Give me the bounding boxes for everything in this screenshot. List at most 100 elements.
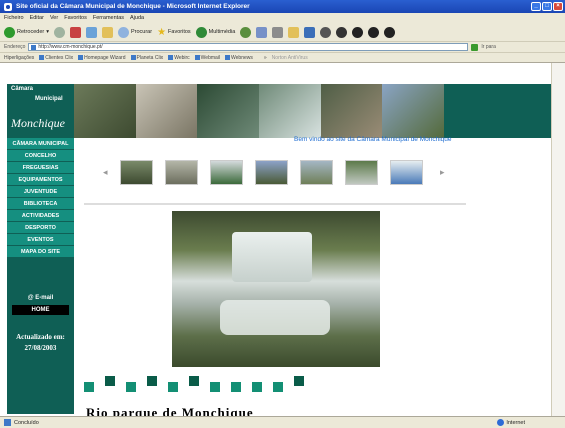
address-input[interactable]: http://www.cm-monchique.pt/ bbox=[28, 43, 469, 51]
updated-date: 27/08/2003 bbox=[24, 344, 57, 352]
header-teal-panel bbox=[444, 84, 551, 138]
thumbs-right-arrow-icon[interactable]: ▸ bbox=[440, 167, 445, 178]
nav-juventude[interactable]: JUVENTUDE bbox=[7, 186, 74, 198]
tool-icon[interactable] bbox=[320, 26, 332, 38]
tool-icon-2[interactable] bbox=[336, 26, 348, 38]
email-link[interactable]: @ E-mail bbox=[12, 293, 69, 303]
thumbnail-5[interactable] bbox=[300, 160, 333, 185]
home-link[interactable]: HOME bbox=[12, 305, 69, 315]
square-icon bbox=[273, 382, 283, 392]
go-button[interactable]: Ir para bbox=[481, 44, 495, 50]
toolbar: Retroceder ▾ Procurar ★ Favoritos Multiméd… bbox=[0, 23, 565, 41]
square-icon bbox=[147, 376, 157, 386]
page-scrollbar[interactable] bbox=[551, 63, 565, 416]
links-bar: Hiperligações Clientes Clix Homepage Wiz… bbox=[0, 52, 565, 63]
nav-concelho[interactable]: CONCELHO bbox=[7, 150, 74, 162]
updated-block: Actualizado em: 27/08/2003 bbox=[7, 332, 74, 354]
status-bar: Concluído Internet bbox=[0, 416, 565, 428]
address-label: Endereço bbox=[4, 44, 26, 50]
go-icon[interactable] bbox=[471, 43, 479, 51]
banner-photo-forest bbox=[197, 84, 260, 138]
link-icon bbox=[39, 55, 45, 60]
messenger-icon[interactable] bbox=[304, 26, 316, 38]
link-icon bbox=[194, 55, 200, 60]
link-webirc[interactable]: Webirc bbox=[168, 55, 190, 61]
link-icon bbox=[78, 55, 84, 60]
tool-icon-3[interactable] bbox=[352, 26, 364, 38]
favorites-button[interactable]: ★ Favoritos bbox=[157, 27, 191, 38]
stop-icon[interactable] bbox=[69, 26, 81, 38]
link-icon bbox=[168, 55, 174, 60]
status-text: Concluído bbox=[14, 419, 39, 426]
thumbnail-7[interactable] bbox=[390, 160, 423, 185]
print-icon[interactable] bbox=[272, 26, 284, 38]
window-titlebar: Site oficial da Câmara Municipal de Monc… bbox=[0, 0, 565, 13]
site-nav: CÂMARA MUNICIPAL CONCELHO FREGUESIAS EQU… bbox=[7, 138, 74, 258]
history-icon[interactable] bbox=[240, 26, 252, 38]
media-icon bbox=[195, 26, 207, 38]
menu-tools[interactable]: Ferramentas bbox=[93, 15, 124, 21]
tool-icon-4[interactable] bbox=[368, 26, 380, 38]
nav-mapa-do-site[interactable]: MAPA DO SITE bbox=[7, 246, 74, 258]
updated-label: Actualizado em: bbox=[16, 333, 65, 341]
menu-bar: Ficheiro Editar Ver Favoritos Ferramenta… bbox=[0, 13, 565, 23]
nav-equipamentos[interactable]: EQUIPAMENTOS bbox=[7, 174, 74, 186]
menu-edit[interactable]: Editar bbox=[30, 15, 44, 21]
nav-freguesias[interactable]: FREGUESIAS bbox=[7, 162, 74, 174]
refresh-icon[interactable] bbox=[85, 26, 97, 38]
nav-camara-municipal[interactable]: CÂMARA MUNICIPAL bbox=[7, 138, 74, 150]
logo-line-3: Monchique bbox=[11, 116, 65, 130]
menu-file[interactable]: Ficheiro bbox=[4, 15, 24, 21]
decorative-squares bbox=[84, 376, 304, 392]
site-logo[interactable]: Câmara Municipal Monchique bbox=[7, 84, 74, 138]
minimize-button[interactable]: _ bbox=[531, 2, 541, 11]
maximize-button[interactable]: □ bbox=[542, 2, 552, 11]
page-done-icon bbox=[4, 419, 11, 426]
nav-actividades[interactable]: ACTIVIDADES bbox=[7, 210, 74, 222]
divider bbox=[84, 203, 466, 205]
square-icon bbox=[231, 382, 241, 392]
nav-eventos[interactable]: EVENTOS bbox=[7, 234, 74, 246]
thumbnail-3[interactable] bbox=[210, 160, 243, 185]
square-icon bbox=[189, 376, 199, 386]
mail-icon[interactable] bbox=[256, 26, 268, 38]
link-homepage-wizard[interactable]: Homepage Wizard bbox=[78, 55, 126, 61]
thumbnail-6[interactable] bbox=[345, 160, 378, 185]
thumbs-left-arrow-icon[interactable]: ◂ bbox=[103, 167, 108, 178]
nav-biblioteca[interactable]: BIBLIOTECA bbox=[7, 198, 74, 210]
banner-photo-street bbox=[135, 84, 198, 138]
link-webnews[interactable]: Webnews bbox=[225, 55, 253, 61]
chevron-right-icon[interactable]: » bbox=[264, 55, 267, 61]
star-icon: ★ bbox=[157, 26, 167, 38]
norton-label[interactable]: Norton AntiVirus bbox=[272, 55, 308, 61]
forward-arrow-icon[interactable] bbox=[53, 26, 65, 38]
square-icon bbox=[252, 382, 262, 392]
window-title: Site oficial da Câmara Municipal de Monc… bbox=[16, 3, 250, 10]
logo-line-2: Municipal bbox=[35, 96, 63, 102]
link-webmail[interactable]: Webmail bbox=[194, 55, 220, 61]
tool-icon-5[interactable] bbox=[384, 26, 396, 38]
media-button[interactable]: Multimédia bbox=[195, 26, 235, 38]
globe-icon bbox=[497, 419, 505, 426]
square-icon bbox=[105, 376, 115, 386]
search-button[interactable]: Procurar bbox=[117, 26, 152, 38]
thumbnail-1[interactable] bbox=[120, 160, 153, 185]
square-icon bbox=[84, 382, 94, 392]
back-button[interactable]: Retroceder ▾ bbox=[4, 26, 49, 38]
edit-icon[interactable] bbox=[288, 26, 300, 38]
link-planeta-clix[interactable]: Planeta Clix bbox=[130, 55, 163, 61]
river-foam bbox=[220, 300, 330, 335]
square-icon bbox=[294, 376, 304, 386]
menu-view[interactable]: Ver bbox=[50, 15, 58, 21]
banner-photo-hills bbox=[382, 84, 445, 138]
close-button[interactable]: × bbox=[553, 2, 563, 11]
thumbnail-2[interactable] bbox=[165, 160, 198, 185]
banner-photo-town bbox=[74, 84, 136, 138]
menu-help[interactable]: Ajuda bbox=[130, 15, 144, 21]
menu-favorites[interactable]: Favoritos bbox=[64, 15, 87, 21]
thumbnail-4[interactable] bbox=[255, 160, 288, 185]
link-clientes-clix[interactable]: Clientes Clix bbox=[39, 55, 73, 61]
home-icon[interactable] bbox=[101, 26, 113, 38]
nav-desporto[interactable]: DESPORTO bbox=[7, 222, 74, 234]
link-icon bbox=[225, 55, 231, 60]
